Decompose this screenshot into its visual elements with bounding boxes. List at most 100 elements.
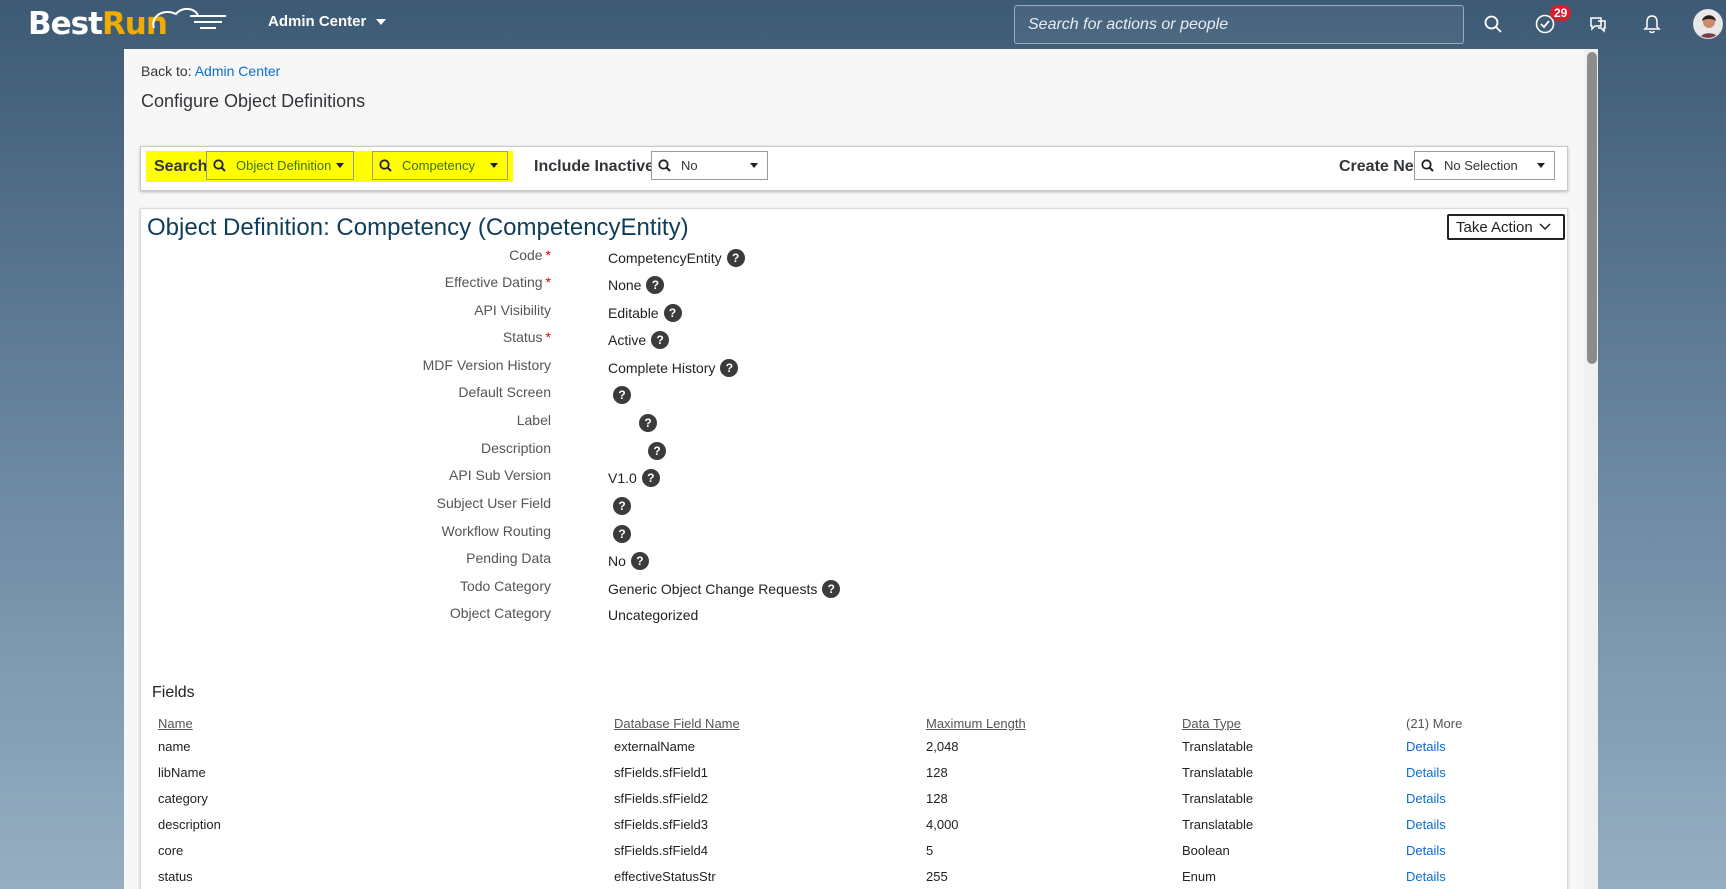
property-label-text: Description — [480, 440, 551, 456]
required-asterisk: * — [545, 247, 551, 263]
details-link[interactable]: Details — [1406, 843, 1446, 858]
column-header-maximum-length[interactable]: Maximum Length — [920, 713, 1176, 733]
data-type-cell: Translatable — [1182, 738, 1254, 754]
property-value-mdf-version-history: Complete History? — [608, 359, 739, 377]
details-link[interactable]: Details — [1406, 765, 1446, 780]
search-icon[interactable] — [1481, 12, 1505, 36]
property-value-api-sub-version: V1.0? — [608, 469, 660, 487]
property-row: Code * CompetencyEntity? — [141, 247, 1041, 271]
data-type-cell: Translatable — [1182, 790, 1254, 806]
chevron-down-icon — [1539, 223, 1551, 231]
field-name-cell: description — [158, 816, 221, 832]
details-link[interactable]: Details — [1406, 869, 1446, 884]
column-header-name[interactable]: Name — [152, 713, 608, 733]
search-icon — [213, 159, 226, 172]
property-value-text: Editable — [608, 305, 659, 321]
help-icon[interactable]: ? — [726, 249, 745, 267]
help-icon[interactable]: ? — [613, 525, 631, 543]
take-action-button[interactable]: Take Action — [1447, 214, 1565, 240]
help-icon[interactable]: ? — [651, 331, 670, 349]
module-menu[interactable]: Admin Center — [268, 13, 387, 30]
required-asterisk: * — [545, 274, 551, 290]
company-logo[interactable]: Best Run — [28, 4, 226, 44]
global-search[interactable] — [1014, 5, 1464, 44]
property-value-description: ? — [643, 442, 666, 460]
help-icon[interactable]: ? — [648, 442, 666, 460]
data-type-cell: Translatable — [1182, 764, 1254, 780]
details-link[interactable]: Details — [1406, 817, 1446, 832]
max-length-cell: 2,048 — [926, 738, 959, 754]
property-row: Label? — [141, 412, 1041, 436]
scrollbar-thumb[interactable] — [1587, 52, 1597, 364]
dropdown-arrow-icon — [1537, 163, 1545, 168]
details-link[interactable]: Details — [1406, 739, 1446, 754]
property-label-object-category: Object Category — [450, 605, 551, 621]
column-header-more: (21) More — [1406, 715, 1463, 731]
object-search-bar: Search Object Definition Competency Incl… — [140, 146, 1568, 191]
property-value-text: Generic Object Change Requests — [608, 581, 818, 597]
search-icon — [658, 159, 671, 172]
property-label-workflow-routing: Workflow Routing — [442, 523, 551, 539]
property-value-code: CompetencyEntity? — [608, 249, 745, 267]
details-cell: Details — [1400, 733, 1560, 759]
property-value-text: Complete History — [608, 360, 716, 376]
create-new-dropdown[interactable]: No Selection — [1414, 151, 1555, 180]
global-search-input[interactable] — [1028, 15, 1450, 34]
property-label-text: Object Category — [449, 605, 551, 621]
back-to-prefix: Back to: — [141, 63, 192, 79]
help-icon[interactable]: ? — [646, 276, 665, 294]
page-title: Configure Object Definitions — [141, 91, 366, 111]
property-value-text: Active — [608, 332, 647, 348]
avatar[interactable] — [1693, 9, 1723, 39]
help-icon[interactable]: ? — [822, 580, 841, 598]
max-length-cell: 255 — [926, 868, 948, 884]
include-inactives-label: Include Inactives: — [534, 158, 669, 175]
property-label-text: Default Screen — [458, 384, 551, 400]
bell-icon[interactable] — [1640, 12, 1664, 36]
property-row: MDF Version History Complete History? — [141, 357, 1041, 381]
help-icon[interactable]: ? — [639, 414, 657, 432]
property-row: Pending Data No? — [141, 550, 1041, 574]
property-label-text: API Visibility — [474, 302, 551, 318]
help-icon[interactable]: ? — [720, 359, 739, 377]
feedback-icon[interactable] — [1586, 12, 1610, 36]
vertical-scrollbar[interactable] — [1584, 49, 1598, 889]
table-row: status effectiveStatusStr 255 Enum Details — [152, 863, 1560, 889]
include-inactives-dropdown[interactable]: No — [651, 151, 768, 180]
details-link[interactable]: Details — [1406, 791, 1446, 806]
object-name-dropdown[interactable]: Competency — [372, 151, 508, 180]
property-label-api-visibility: API Visibility — [474, 302, 551, 318]
table-row: category sfFields.sfField2 128 Translatable… — [152, 785, 1560, 811]
field-name-cell: category — [158, 790, 208, 806]
property-row: Status * Active? — [141, 329, 1041, 353]
data-type-cell: Boolean — [1182, 842, 1230, 858]
details-cell: Details — [1400, 863, 1560, 889]
property-value-subject-user-field: ? — [608, 497, 631, 515]
property-row: API Visibility Editable? — [141, 302, 1041, 326]
property-label-text: Workflow Routing — [441, 523, 551, 539]
property-value-pending-data: No? — [608, 552, 649, 570]
help-icon[interactable]: ? — [663, 304, 682, 322]
property-label-effective-dating: Effective Dating * — [445, 274, 551, 290]
property-label-text: Subject User Field — [436, 495, 551, 511]
column-header-data-type[interactable]: Data Type — [1176, 713, 1400, 733]
help-icon[interactable]: ? — [641, 469, 660, 487]
property-value-text: No — [608, 553, 626, 569]
details-cell: Details — [1400, 837, 1560, 863]
object-type-value: Object Definition — [236, 158, 332, 173]
database-field-cell: effectiveStatusStr — [614, 868, 716, 884]
property-label-default-screen: Default Screen — [458, 384, 551, 400]
property-label-status: Status * — [503, 329, 551, 345]
table-row: libName sfFields.sfField1 128 Translatable D… — [152, 759, 1560, 785]
back-to-admin-center-link[interactable]: Admin Center — [195, 63, 281, 79]
help-icon[interactable]: ? — [630, 552, 649, 570]
column-header-database-field-name[interactable]: Database Field Name — [608, 713, 920, 733]
help-icon[interactable]: ? — [613, 386, 631, 404]
logo-best-text: Best — [28, 6, 103, 42]
module-menu-label: Admin Center — [268, 13, 367, 30]
property-value-label: ? — [634, 414, 657, 432]
property-row: Effective Dating * None? — [141, 274, 1041, 298]
help-icon[interactable]: ? — [613, 497, 631, 515]
max-length-cell: 128 — [926, 790, 948, 806]
object-type-dropdown[interactable]: Object Definition — [206, 151, 354, 180]
